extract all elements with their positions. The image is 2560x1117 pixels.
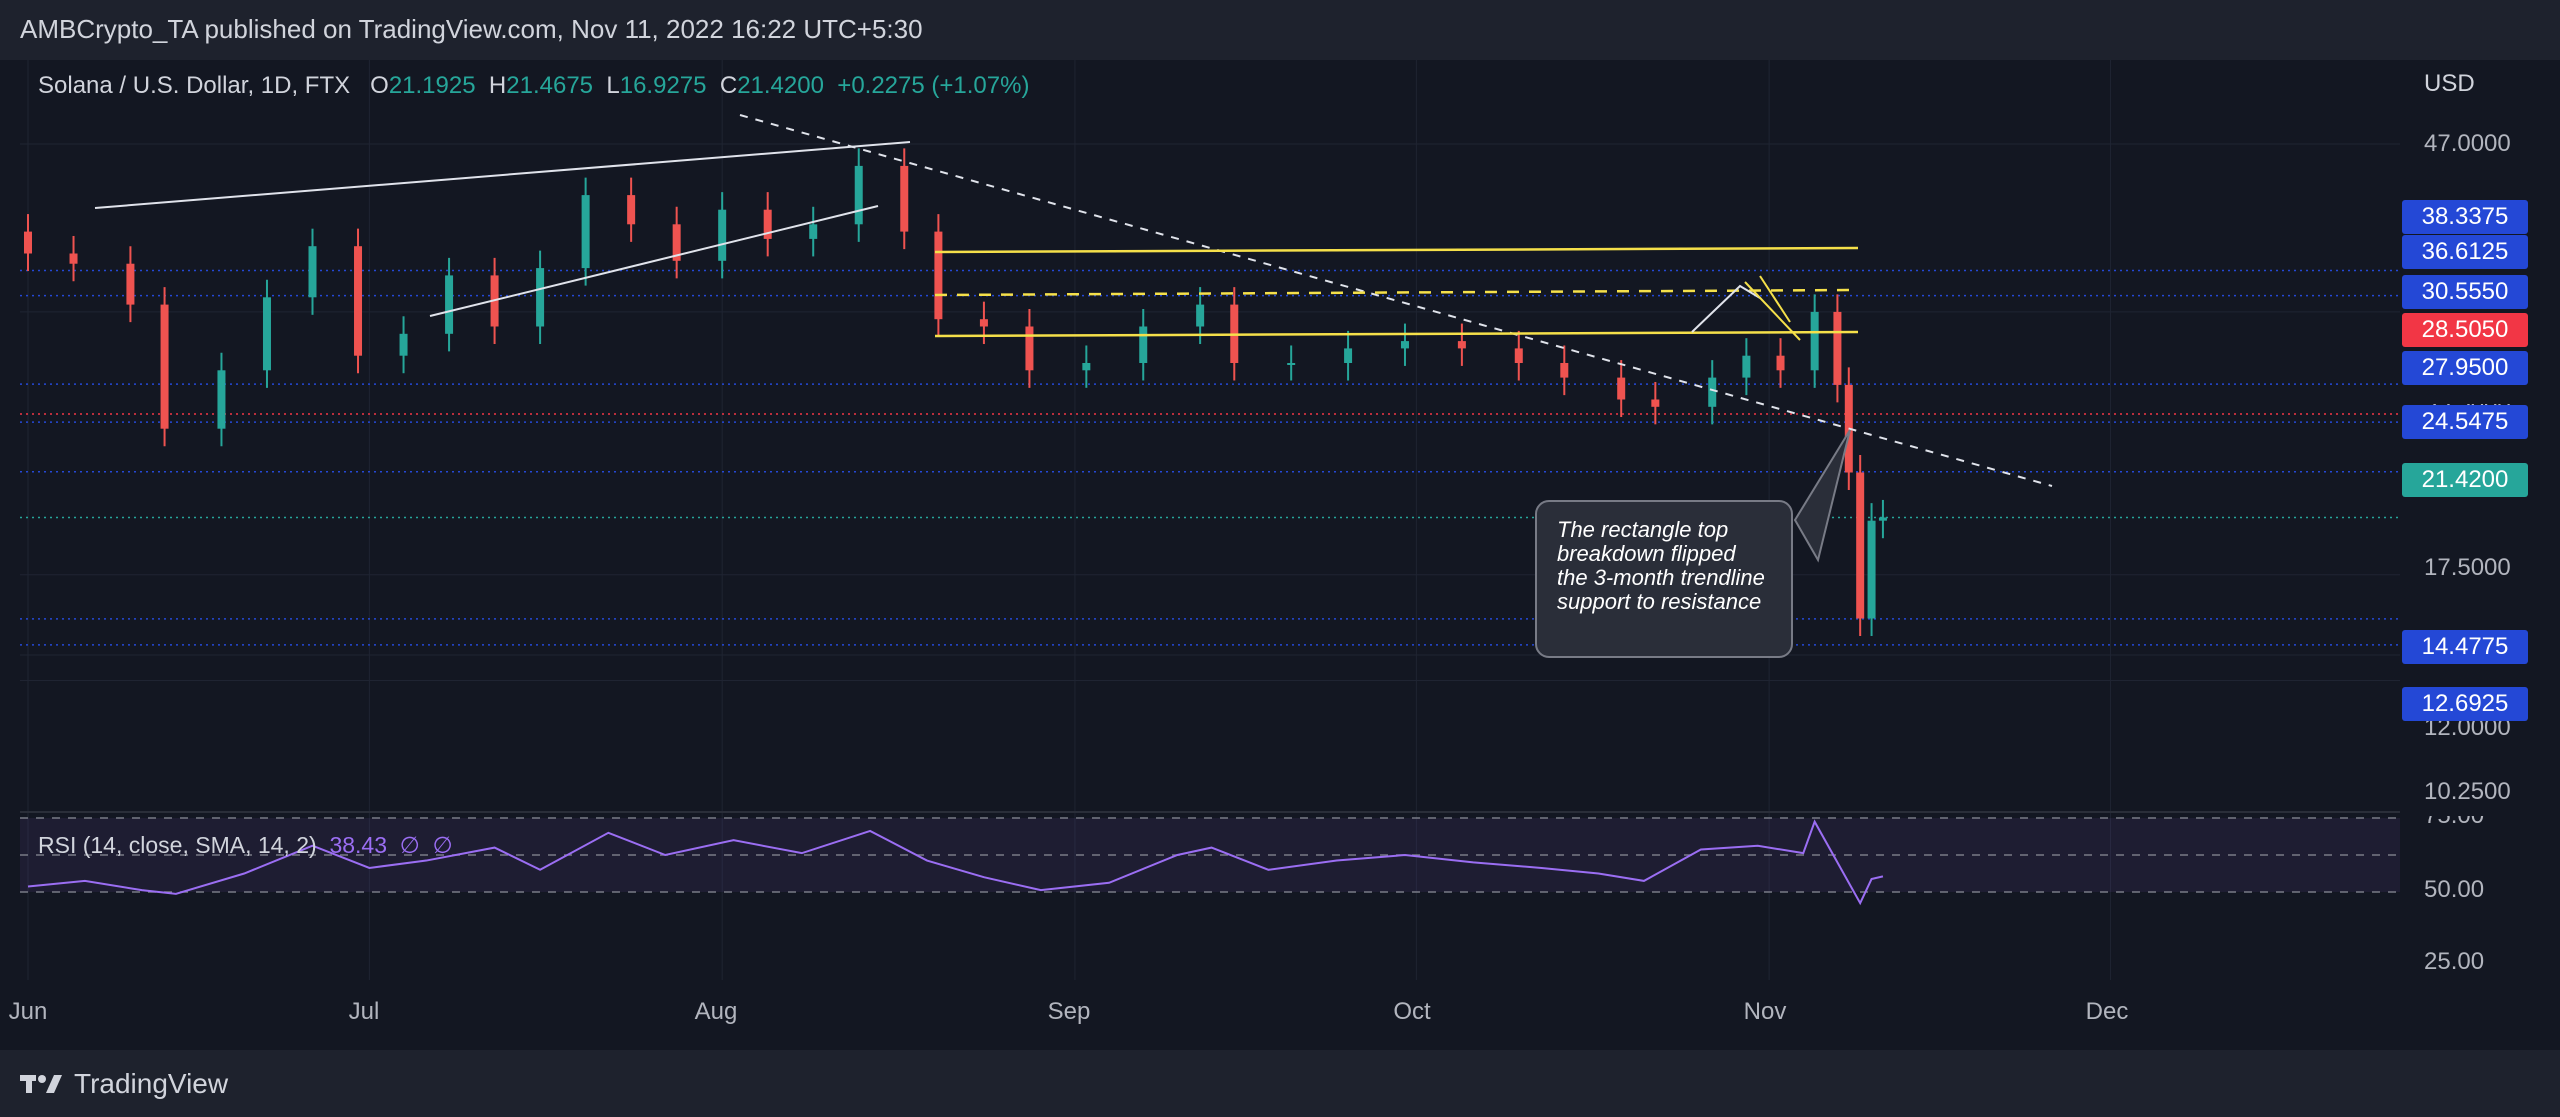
candle-body-42 bbox=[1867, 520, 1876, 619]
price-badge-36-6125[interactable]: 36.6125 bbox=[2402, 235, 2528, 269]
x-tick-sep: Sep bbox=[1047, 998, 1091, 1025]
publisher-line: AMBCrypto_TA published on TradingView.co… bbox=[20, 14, 923, 44]
pullback-line-b bbox=[1759, 275, 1791, 323]
candle-body-22 bbox=[1025, 326, 1034, 371]
annotation-callout[interactable]: The rectangle top breakdown flipped the … bbox=[1535, 500, 1793, 658]
candle-body-12 bbox=[581, 195, 590, 269]
price-tick-10-25: 10.2500 bbox=[2424, 778, 2511, 805]
chart-area[interactable]: Solana / U.S. Dollar, 1D, FTX O21.1925 H… bbox=[0, 60, 2560, 1050]
candle-body-3 bbox=[160, 304, 169, 429]
candle-body-13 bbox=[627, 195, 636, 225]
candle-body-5 bbox=[262, 297, 271, 371]
rsi-legend: RSI (14, close, SMA, 14, 2) 38.43 ∅ ∅ bbox=[38, 832, 453, 859]
candle-body-6 bbox=[308, 246, 317, 298]
candle-body-17 bbox=[809, 224, 818, 239]
price-badge-28-5050[interactable]: 28.5050 bbox=[2402, 313, 2528, 347]
price-badge-14-4775[interactable]: 14.4775 bbox=[2402, 630, 2528, 664]
footer-bar: TradingView bbox=[0, 1050, 2560, 1117]
candle-body-41 bbox=[1856, 472, 1865, 619]
candle-body-35 bbox=[1708, 377, 1717, 407]
currency-label[interactable]: USD bbox=[2424, 70, 2475, 98]
candle-body-20 bbox=[934, 231, 943, 320]
candle-body-30 bbox=[1457, 341, 1466, 349]
candle-body-15 bbox=[718, 209, 727, 261]
candle-body-33 bbox=[1617, 377, 1626, 400]
candle-body-43 bbox=[1878, 517, 1887, 521]
candle-body-36 bbox=[1742, 355, 1751, 378]
candle-body-28 bbox=[1344, 348, 1353, 363]
tradingview-logo-icon bbox=[20, 1075, 62, 1093]
candle-body-31 bbox=[1514, 348, 1523, 363]
channel-lower-line bbox=[429, 205, 879, 317]
candle-body-38 bbox=[1810, 311, 1819, 371]
candle-body-34 bbox=[1651, 399, 1660, 407]
candle-body-4 bbox=[217, 370, 226, 429]
rsi-tick-50: 50.00 bbox=[2424, 876, 2485, 903]
candle-body-29 bbox=[1400, 341, 1409, 349]
x-tick-dec: Dec bbox=[2085, 998, 2129, 1025]
candle-body-25 bbox=[1196, 304, 1205, 327]
symbol-legend: Solana / U.S. Dollar, 1D, FTX O21.1925 H… bbox=[38, 72, 1029, 100]
price-badge-30-5550[interactable]: 30.5550 bbox=[2402, 275, 2528, 309]
x-tick-jul: Jul bbox=[348, 998, 380, 1025]
callout-pointer bbox=[1793, 429, 1851, 563]
channel-upper-line bbox=[94, 141, 911, 209]
close-label: C bbox=[719, 72, 738, 99]
brand-name: TradingView bbox=[74, 1068, 229, 1099]
candle-body-23 bbox=[1082, 363, 1091, 371]
candle-body-19 bbox=[900, 165, 909, 232]
candle-body-39 bbox=[1833, 311, 1842, 385]
x-tick-aug: Aug bbox=[694, 998, 738, 1025]
candle-body-7 bbox=[354, 246, 363, 356]
rsi-value: 38.43 bbox=[329, 832, 388, 858]
price-tick-17-5: 17.5000 bbox=[2424, 554, 2511, 581]
swing-zigzag bbox=[1691, 284, 1761, 333]
x-tick-oct: Oct bbox=[1393, 998, 1431, 1025]
low-label: L bbox=[606, 72, 620, 99]
x-tick-nov: Nov bbox=[1743, 998, 1787, 1025]
candle-body-27 bbox=[1287, 363, 1296, 365]
rsi-extra-2: ∅ bbox=[432, 832, 453, 858]
chart-canvas[interactable] bbox=[0, 60, 2560, 1050]
tradingview-logo[interactable]: TradingView bbox=[20, 1068, 228, 1100]
rsi-extra-1: ∅ bbox=[399, 832, 420, 858]
price-badge-38-3375[interactable]: 38.3375 bbox=[2402, 200, 2528, 234]
open-label: O bbox=[370, 72, 389, 99]
rsi-tick-25: 25.00 bbox=[2424, 948, 2485, 975]
price-badge-21-4200[interactable]: 21.4200 bbox=[2402, 463, 2528, 497]
candle-body-32 bbox=[1560, 363, 1569, 378]
price-tick-47: 47.0000 bbox=[2424, 130, 2511, 157]
candle-body-2 bbox=[126, 263, 135, 305]
rectangle-bottom-line bbox=[934, 330, 1859, 338]
rectangle-mid-line bbox=[934, 288, 1859, 297]
open-value: 21.1925 bbox=[388, 72, 476, 99]
candle-body-8 bbox=[399, 333, 408, 356]
candle-body-11 bbox=[536, 268, 545, 327]
price-badge-12-6925[interactable]: 12.6925 bbox=[2402, 687, 2528, 721]
high-label: H bbox=[488, 72, 507, 99]
low-value: 16.9275 bbox=[619, 72, 707, 99]
candle-body-18 bbox=[854, 165, 863, 225]
price-badge-27-9500[interactable]: 27.9500 bbox=[2402, 351, 2528, 385]
rectangle-top-line bbox=[934, 246, 1859, 254]
close-value: 21.4200 bbox=[737, 72, 824, 99]
candle-body-1 bbox=[69, 253, 78, 264]
high-value: 21.4675 bbox=[506, 72, 594, 99]
change-value: +0.2275 (+1.07%) bbox=[837, 72, 1030, 99]
x-tick-jun: Jun bbox=[8, 998, 48, 1025]
price-badge-24-5475[interactable]: 24.5475 bbox=[2402, 405, 2528, 439]
candle-body-0 bbox=[24, 231, 32, 254]
candle-body-24 bbox=[1139, 326, 1148, 363]
candle-body-9 bbox=[445, 275, 454, 334]
rsi-label[interactable]: RSI (14, close, SMA, 14, 2) bbox=[38, 832, 317, 858]
candle-body-21 bbox=[979, 319, 988, 327]
publisher-bar: AMBCrypto_TA published on TradingView.co… bbox=[0, 0, 2560, 60]
symbol-name[interactable]: Solana / U.S. Dollar, 1D, FTX bbox=[38, 72, 350, 99]
candle-body-37 bbox=[1776, 355, 1785, 371]
